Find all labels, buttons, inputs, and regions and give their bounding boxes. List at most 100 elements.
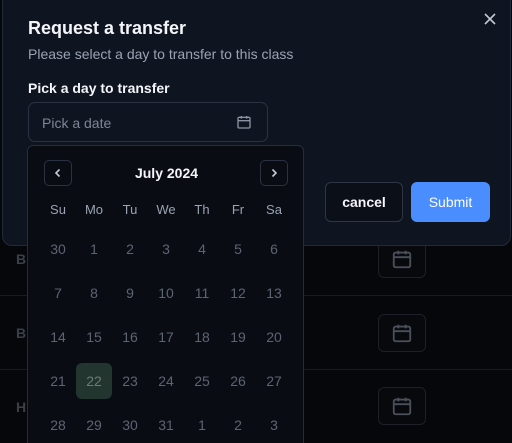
calendar-day-label: 20 bbox=[266, 329, 282, 345]
calendar-day[interactable]: 7 bbox=[40, 271, 76, 315]
calendar-day[interactable]: 21 bbox=[40, 359, 76, 403]
calendar-day[interactable]: 30 bbox=[40, 227, 76, 271]
calendar-day[interactable]: 28 bbox=[40, 403, 76, 443]
calendar-day-label: 21 bbox=[50, 373, 66, 389]
calendar-day[interactable]: 4 bbox=[184, 227, 220, 271]
calendar-day-label: 15 bbox=[86, 329, 102, 345]
dialog-title: Request a transfer bbox=[28, 18, 187, 38]
calendar-day[interactable]: 24 bbox=[148, 359, 184, 403]
close-icon bbox=[484, 13, 496, 25]
calendar-day-label: 29 bbox=[86, 417, 102, 433]
calendar-day[interactable]: 17 bbox=[148, 315, 184, 359]
calendar-day[interactable]: 8 bbox=[76, 271, 112, 315]
calendar-day[interactable]: 26 bbox=[220, 359, 256, 403]
weekday-label: Th bbox=[194, 202, 210, 217]
calendar-day-label: 27 bbox=[266, 373, 282, 389]
calendar-day[interactable]: 6 bbox=[256, 227, 292, 271]
calendar-popover: July 2024 Su Mo Tu We Th Fr Sa 30 1 2 3 4 5 6 7… bbox=[27, 145, 304, 443]
app-stage: B B H Request a transfer Please select a… bbox=[0, 0, 512, 443]
calendar-icon bbox=[392, 324, 412, 343]
calendar-day-label: 24 bbox=[158, 373, 174, 389]
calendar-day[interactable]: 11 bbox=[184, 271, 220, 315]
weekday-label: Su bbox=[50, 202, 66, 217]
calendar-day[interactable]: 31 bbox=[148, 403, 184, 443]
calendar-day[interactable]: 27 bbox=[256, 359, 292, 403]
calendar-day[interactable]: 1 bbox=[184, 403, 220, 443]
calendar-day-label: 13 bbox=[266, 285, 282, 301]
calendar-day-label: 2 bbox=[234, 417, 242, 433]
field-label: Pick a day to transfer bbox=[28, 80, 170, 96]
calendar-day[interactable]: 12 bbox=[220, 271, 256, 315]
calendar-icon bbox=[392, 250, 412, 269]
calendar-day-label: 23 bbox=[122, 373, 138, 389]
close-button[interactable] bbox=[481, 10, 499, 28]
calendar-day[interactable]: 23 bbox=[112, 359, 148, 403]
row-calendar-button[interactable] bbox=[378, 387, 426, 425]
weekday-label: Sa bbox=[266, 202, 282, 217]
weekday-label: Mo bbox=[84, 202, 104, 217]
row-label: B bbox=[16, 251, 27, 267]
calendar-day-label: 18 bbox=[194, 329, 210, 345]
calendar-icon bbox=[392, 397, 412, 416]
chevron-right-icon bbox=[271, 168, 278, 178]
calendar-day[interactable]: 1 bbox=[76, 227, 112, 271]
calendar-day-label: 16 bbox=[122, 329, 138, 345]
calendar-day[interactable]: 15 bbox=[76, 315, 112, 359]
calendar-day[interactable]: 29 bbox=[76, 403, 112, 443]
weekday-label: Fr bbox=[231, 202, 245, 217]
calendar-day-label: 4 bbox=[198, 241, 206, 257]
calendar-day[interactable]: 14 bbox=[40, 315, 76, 359]
calendar-day-label: 12 bbox=[230, 285, 246, 301]
calendar-day[interactable]: 16 bbox=[112, 315, 148, 359]
calendar-day[interactable]: 3 bbox=[256, 403, 292, 443]
submit-button[interactable]: Submit bbox=[411, 182, 490, 222]
weekday-label: Tu bbox=[122, 202, 138, 217]
calendar-day-selected[interactable]: 22 bbox=[76, 359, 112, 403]
calendar-day-label: 19 bbox=[230, 329, 246, 345]
calendar-day[interactable]: 2 bbox=[220, 403, 256, 443]
calendar-day-label: 9 bbox=[126, 285, 134, 301]
calendar-day-label: 6 bbox=[270, 241, 278, 257]
calendar-day-label: 14 bbox=[50, 329, 66, 345]
dialog-subtitle: Please select a day to transfer to this … bbox=[28, 46, 294, 62]
calendar-day-label: 1 bbox=[90, 241, 98, 257]
calendar-day-label: 7 bbox=[54, 285, 62, 301]
calendar-day-label: 28 bbox=[50, 417, 66, 433]
calendar-day-label: 10 bbox=[158, 285, 174, 301]
next-month-button[interactable] bbox=[260, 160, 288, 186]
calendar-day-label: 26 bbox=[230, 373, 246, 389]
calendar-day-label: 1 bbox=[198, 417, 206, 433]
calendar-day[interactable]: 18 bbox=[184, 315, 220, 359]
cancel-button[interactable]: cancel bbox=[325, 182, 403, 222]
calendar-day[interactable]: 25 bbox=[184, 359, 220, 403]
date-picker-input[interactable]: Pick a date bbox=[28, 102, 268, 142]
calendar-day-label: 25 bbox=[194, 373, 210, 389]
calendar-day[interactable]: 5 bbox=[220, 227, 256, 271]
calendar-day[interactable]: 19 bbox=[220, 315, 256, 359]
calendar-day-label: 5 bbox=[234, 241, 242, 257]
calendar-day-label: 3 bbox=[162, 241, 170, 257]
row-label: B bbox=[16, 325, 27, 341]
weekday-header: Su Mo Tu We Th Fr Sa bbox=[40, 202, 292, 217]
calendar-day-label: 22 bbox=[76, 363, 112, 399]
calendar-icon bbox=[237, 116, 251, 129]
date-placeholder: Pick a date bbox=[42, 115, 112, 131]
calendar-day-label: 17 bbox=[158, 329, 174, 345]
calendar-day-label: 11 bbox=[194, 285, 210, 301]
calendar-day[interactable]: 10 bbox=[148, 271, 184, 315]
calendar-day-label: 3 bbox=[270, 417, 278, 433]
calendar-day[interactable]: 3 bbox=[148, 227, 184, 271]
calendar-day[interactable]: 9 bbox=[112, 271, 148, 315]
calendar-day-label: 8 bbox=[90, 285, 98, 301]
calendar-day-grid: 30 1 2 3 4 5 6 7 8 9 10 11 12 13 14 15 16 17 18 19 20 21 22 23 2… bbox=[40, 227, 292, 443]
calendar-day-label: 2 bbox=[126, 241, 134, 257]
calendar-day[interactable]: 13 bbox=[256, 271, 292, 315]
calendar-day-label: 30 bbox=[50, 241, 66, 257]
calendar-day-label: 30 bbox=[122, 417, 138, 433]
calendar-day[interactable]: 20 bbox=[256, 315, 292, 359]
row-label: H bbox=[16, 399, 27, 415]
calendar-day[interactable]: 30 bbox=[112, 403, 148, 443]
calendar-day-label: 31 bbox=[158, 417, 174, 433]
calendar-day[interactable]: 2 bbox=[112, 227, 148, 271]
row-calendar-button[interactable] bbox=[378, 314, 426, 352]
